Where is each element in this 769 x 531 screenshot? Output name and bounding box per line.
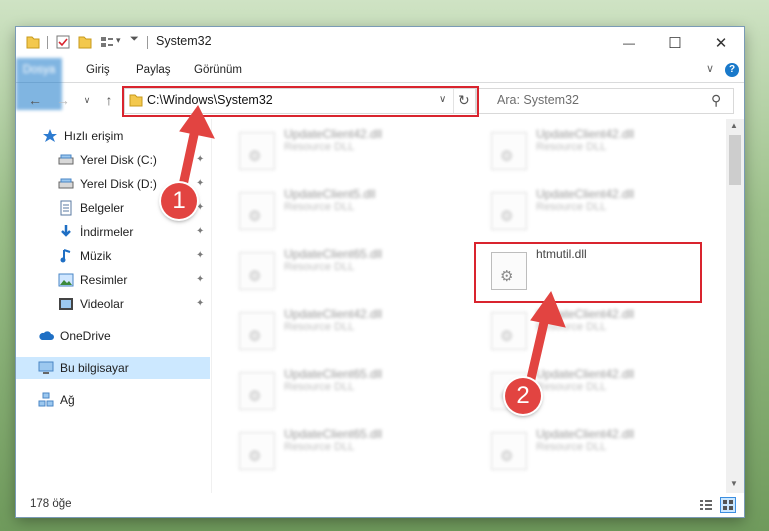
arrow-1-head-icon [179,105,215,139]
step-badge-1: 1 [161,183,197,219]
step-badge-2: 2 [505,378,541,414]
arrow-1-icon [177,125,200,195]
arrow-2-icon [525,313,550,388]
arrow-2-head-icon [530,290,566,328]
annotation-arrows [177,105,566,388]
